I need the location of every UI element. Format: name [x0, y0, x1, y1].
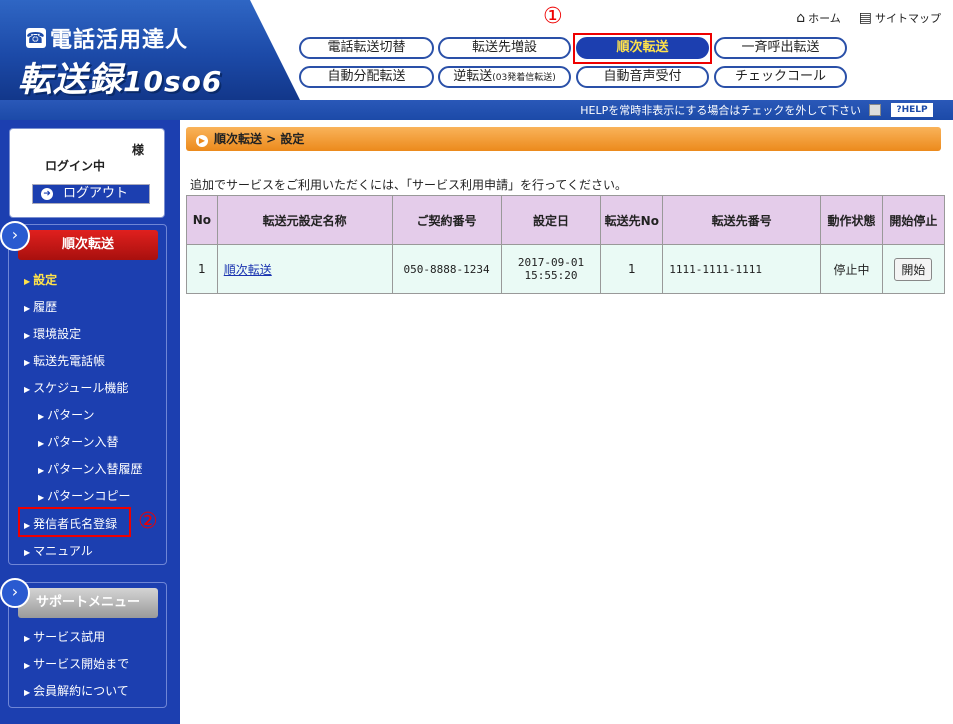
- breadcrumb-text: 順次転送 > 設定: [214, 132, 305, 146]
- table-row: 1 順次転送 050-8888-1234 2017-09-01 15:55:20 …: [186, 244, 946, 294]
- home-link[interactable]: ⌂ ホーム: [796, 10, 841, 26]
- col-no: No: [186, 195, 218, 245]
- menu-pattern-copy[interactable]: パターンコピー: [38, 487, 130, 504]
- sitemap-label: サイトマップ: [875, 12, 941, 25]
- logout-button[interactable]: ➜ ログアウト: [32, 184, 150, 204]
- col-action: 開始停止: [881, 195, 946, 245]
- cell-status: 停止中: [820, 244, 883, 294]
- setting-name-link[interactable]: 順次転送: [224, 263, 272, 277]
- menu-trial[interactable]: サービス試用: [24, 628, 105, 645]
- highlight-box-2: [18, 507, 131, 537]
- menu-settings[interactable]: 設定: [24, 271, 57, 288]
- cell-date: 2017-09-01 15:55:20: [500, 244, 602, 294]
- menu-env-settings[interactable]: 環境設定: [24, 325, 81, 342]
- help-button[interactable]: ?HELP: [891, 103, 933, 117]
- reverse-forward-note: (03発着信転送): [492, 73, 556, 83]
- login-box: 様 ログイン中 ➜ ログアウト: [9, 128, 165, 218]
- chevron-right-icon: ›: [0, 221, 30, 251]
- col-dest-no: 転送先No: [600, 195, 664, 245]
- date-value: 2017-09-01: [517, 256, 585, 269]
- login-status: ログイン中: [44, 159, 105, 173]
- nav-button-simultaneous-forward[interactable]: 一斉呼出転送: [714, 37, 847, 59]
- menu-cancel[interactable]: 会員解約について: [24, 682, 129, 699]
- annotation-2: ②: [138, 509, 158, 534]
- col-name: 転送元設定名称: [216, 195, 393, 245]
- forward-settings-table: No 転送元設定名称 ご契約番号 設定日 転送先No 転送先番号 動作状態 開始…: [186, 195, 946, 294]
- section-head-support[interactable]: サポートメニュー: [18, 588, 158, 618]
- login-name: 様: [131, 143, 144, 157]
- col-status: 動作状態: [820, 195, 883, 245]
- nav-button-add-destination[interactable]: 転送先増設: [438, 37, 571, 59]
- sidebar: 様 ログイン中 ➜ ログアウト 順次転送 › 設定 履歴 環境設定 転送先電話帳…: [0, 120, 180, 724]
- document-icon: ▤: [858, 10, 872, 26]
- logo-num: 10so6: [123, 65, 223, 98]
- col-dest-number: 転送先番号: [662, 195, 822, 245]
- header: ☎ 電話活用達人 転送録10so6 ⌂ ホーム ▤ サイトマップ 電話転送切替 転送…: [0, 0, 953, 100]
- help-bar: HELPを常時非表示にする場合はチェックを外して下さい ?HELP: [0, 100, 953, 120]
- cell-contract: 050-8888-1234: [391, 244, 502, 294]
- top-links: ⌂ ホーム ▤ サイトマップ: [796, 10, 941, 26]
- menu-pattern-swap[interactable]: パターン入替: [38, 433, 118, 450]
- cell-dest-number: 1111-1111-1111: [662, 244, 822, 294]
- annotation-1: ①: [543, 4, 563, 29]
- home-icon: ⌂: [796, 10, 806, 26]
- highlight-box-1: [573, 33, 712, 64]
- menu-pattern[interactable]: パターン: [38, 406, 94, 423]
- cell-no: 1: [186, 244, 218, 294]
- phone-icon: ☎: [26, 28, 46, 48]
- nav-button-auto-distribution[interactable]: 自動分配転送: [299, 66, 434, 88]
- nav-button-call-forward-switch[interactable]: 電話転送切替: [299, 37, 434, 59]
- logo[interactable]: ☎ 電話活用達人 転送録10so6: [0, 0, 300, 100]
- logo-text: 電話活用達人: [50, 28, 189, 53]
- menu-service-start[interactable]: サービス開始まで: [24, 655, 129, 672]
- reverse-forward-label: 逆転送: [453, 69, 493, 84]
- table-header-row: No 転送元設定名称 ご契約番号 設定日 転送先No 転送先番号 動作状態 開始…: [186, 195, 946, 245]
- time-value: 15:55:20: [524, 269, 578, 282]
- section-head-sequential[interactable]: 順次転送: [18, 230, 158, 260]
- menu-pattern-swap-history[interactable]: パターン入替履歴: [38, 460, 142, 477]
- chevron-right-icon: ›: [0, 578, 30, 608]
- menu-schedule[interactable]: スケジュール機能: [24, 379, 128, 396]
- cell-action: 開始: [881, 244, 946, 294]
- help-text: HELPを常時非表示にする場合はチェックを外して下さい: [580, 104, 861, 117]
- menu-history[interactable]: 履歴: [24, 298, 57, 315]
- menu-phonebook[interactable]: 転送先電話帳: [24, 352, 105, 369]
- nav-button-reverse-forward[interactable]: 逆転送(03発着信転送): [438, 66, 571, 88]
- arrow-right-icon: ➜: [41, 188, 53, 200]
- logo-subtitle: 転送録10so6: [18, 52, 223, 100]
- home-label: ホーム: [808, 12, 841, 25]
- menu-manual[interactable]: マニュアル: [24, 542, 93, 559]
- help-checkbox[interactable]: [869, 104, 881, 116]
- cell-dest-no: 1: [600, 244, 664, 294]
- logo-main: 転送録: [18, 60, 123, 100]
- notice-text: 追加でサービスをご利用いただくには、「サービス利用申請」を行ってください。: [190, 178, 628, 192]
- sitemap-link[interactable]: ▤ サイトマップ: [859, 10, 941, 26]
- logout-label: ログアウト: [63, 186, 129, 201]
- nav-button-auto-voice[interactable]: 自動音声受付: [576, 66, 709, 88]
- col-date: 設定日: [500, 195, 602, 245]
- nav-button-check-call[interactable]: チェックコール: [714, 66, 847, 88]
- logo-title: ☎ 電話活用達人: [26, 22, 188, 54]
- breadcrumb: ▶ 順次転送 > 設定: [186, 127, 941, 151]
- cell-name: 順次転送: [216, 244, 393, 294]
- start-button[interactable]: 開始: [894, 257, 933, 281]
- col-contract: ご契約番号: [391, 195, 502, 245]
- arrow-right-icon: ▶: [196, 135, 208, 147]
